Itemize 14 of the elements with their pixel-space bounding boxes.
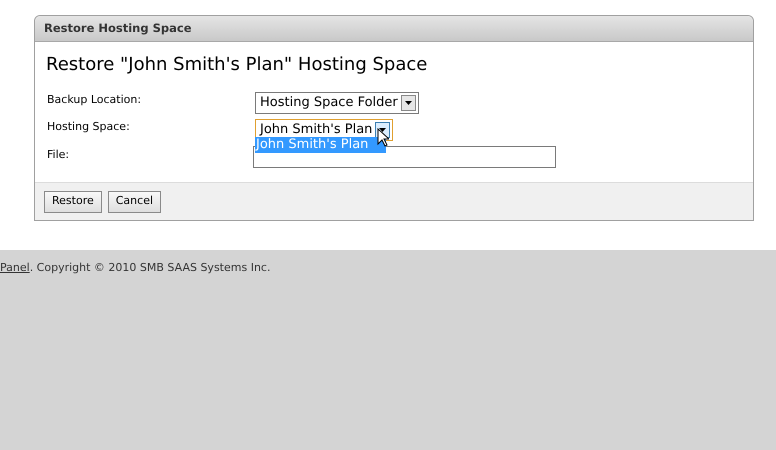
field-label: File: (46, 147, 70, 164)
dropdown-button[interactable] (400, 94, 416, 111)
dialog-button[interactable]: Cancel (108, 190, 162, 212)
caret-icon (404, 100, 412, 105)
copyright-text: . Copyright © 2010 SMB SAAS Systems Inc. (30, 260, 270, 276)
dialog-button[interactable]: Restore (44, 190, 102, 212)
page-title: Restore "John Smith's Plan" Hosting Space (46, 53, 428, 77)
panel-header-title: Restore Hosting Space (44, 20, 192, 37)
select-field[interactable]: Hosting Space Folder (255, 92, 419, 114)
mouse-pointer-icon (377, 128, 389, 147)
field-label: Backup Location: (46, 92, 142, 108)
field-label: Hosting Space: (46, 118, 131, 135)
footer-link[interactable]: Panel (0, 260, 30, 450)
caret-icon (379, 128, 386, 132)
